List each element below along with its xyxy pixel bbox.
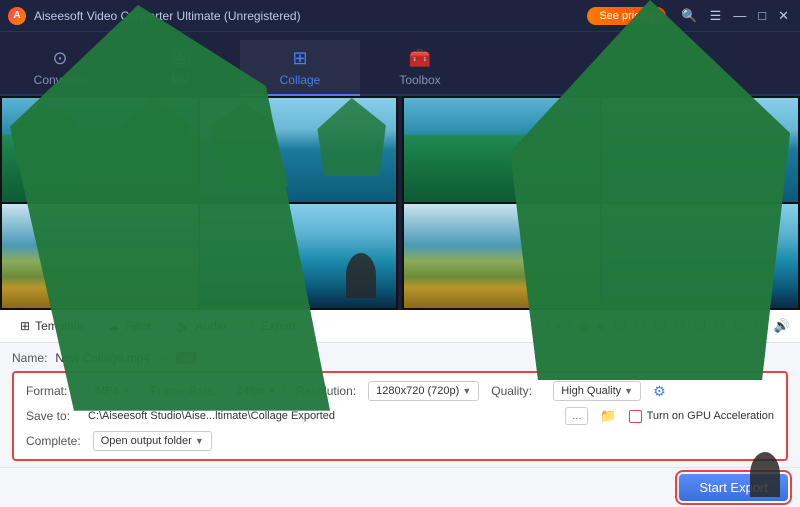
- preview-area: [0, 96, 800, 310]
- right-cell-2[interactable]: [602, 98, 798, 202]
- right-collage-panel[interactable]: [402, 96, 800, 310]
- main-content: ⊞ Template ☁ Filter 🔊 Audio ↑ Export ▶ 0…: [0, 96, 800, 507]
